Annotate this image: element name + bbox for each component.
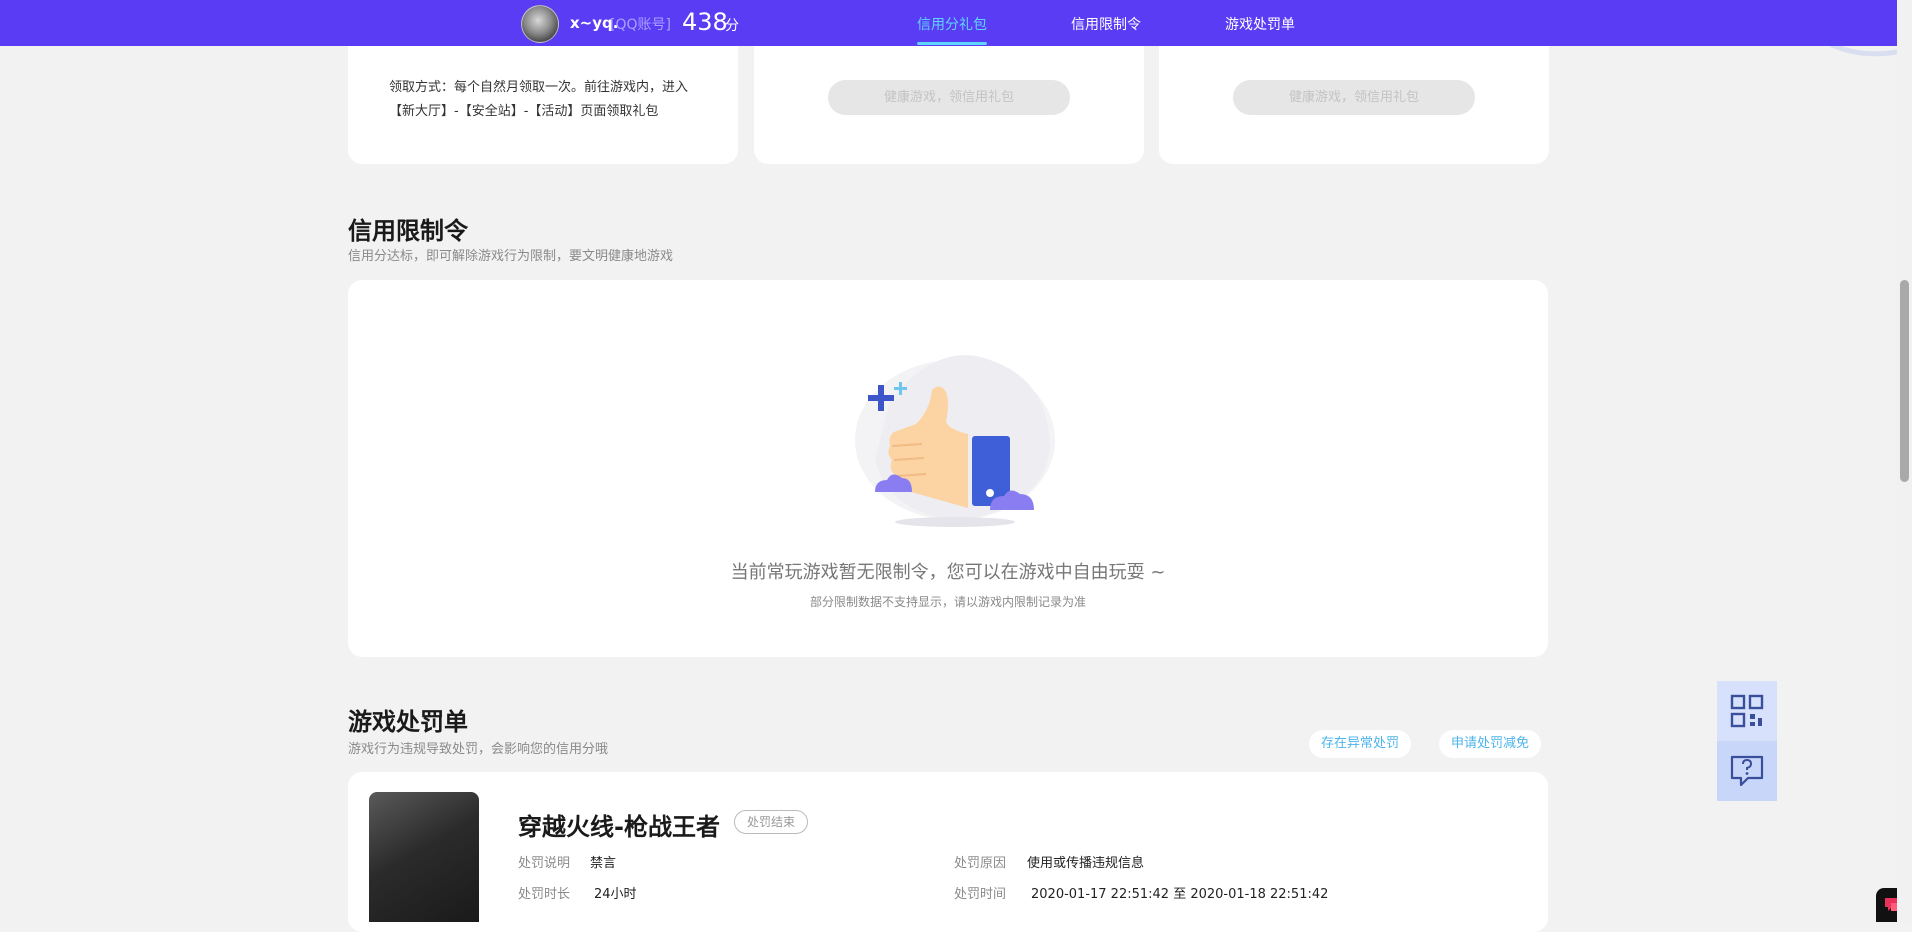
score-unit: 分 [725, 18, 739, 34]
penalty-duration-label: 处罚时长 [518, 887, 571, 902]
penalty-time-value: 2020-01-17 22:51:42 至 2020-01-18 22:51:4… [1031, 887, 1329, 902]
game-name: 穿越火线-枪战王者 [518, 813, 720, 841]
scrollbar-thumb[interactable] [1900, 280, 1909, 482]
claim-method-text: 领取方式：每个自然月领取一次。前往游戏内，进入【新大厅】-【安全站】-【活动】页… [389, 80, 689, 119]
active-tab-underline [917, 42, 987, 45]
apply-penalty-reduction-button[interactable]: 申请处罚减免 [1439, 730, 1542, 758]
game-thumbnail [369, 792, 479, 922]
qr-code-button[interactable] [1717, 681, 1777, 741]
tab-credit-restriction[interactable]: 信用限制令 [1071, 14, 1141, 34]
question-chat-icon [1730, 755, 1764, 787]
empty-state-message: 当前常玩游戏暂无限制令，您可以在游戏中自由玩耍 ~ [730, 562, 1166, 583]
penalty-time-label: 处罚时间 [954, 887, 1007, 902]
claim-gift-button-disabled: 健康游戏，领信用礼包 [828, 80, 1070, 115]
penalty-reason-label: 处罚原因 [954, 856, 1007, 871]
status-badge: 处罚结束 [734, 810, 809, 834]
top-navigation-bar: x~yq. [QQ账号] 438 分 信用分礼包 信用限制令 游戏处罚单 [0, 0, 1897, 46]
penalty-desc-value: 禁言 [590, 856, 617, 871]
tab-credit-gift[interactable]: 信用分礼包 [917, 14, 987, 34]
restriction-section-subtitle: 信用分达标，即可解除游戏行为限制，要文明健康地游戏 [348, 249, 674, 264]
thumbs-up-illustration [855, 355, 1055, 527]
restriction-section-title: 信用限制令 [348, 217, 468, 245]
empty-state-note: 部分限制数据不支持显示，请以游戏内限制记录为准 [809, 595, 1086, 609]
abnormal-penalty-button[interactable]: 存在异常处罚 [1309, 730, 1412, 758]
account-type: [QQ账号] [610, 17, 671, 33]
penalty-section-title: 游戏处罚单 [348, 708, 468, 736]
avatar[interactable] [521, 5, 559, 43]
feedback-button[interactable] [1717, 741, 1777, 801]
tab-game-penalty[interactable]: 游戏处罚单 [1225, 14, 1295, 34]
penalty-duration-value: 24小时 [594, 887, 637, 902]
penalty-section-subtitle: 游戏行为违规导致处罚，会影响您的信用分哦 [348, 742, 609, 757]
credit-score: 438 [682, 8, 728, 36]
penalty-desc-label: 处罚说明 [518, 856, 571, 871]
qr-code-icon [1730, 694, 1764, 728]
penalty-reason-value: 使用或传播违规信息 [1027, 856, 1145, 871]
claim-gift-button-disabled: 健康游戏，领信用礼包 [1233, 80, 1475, 115]
